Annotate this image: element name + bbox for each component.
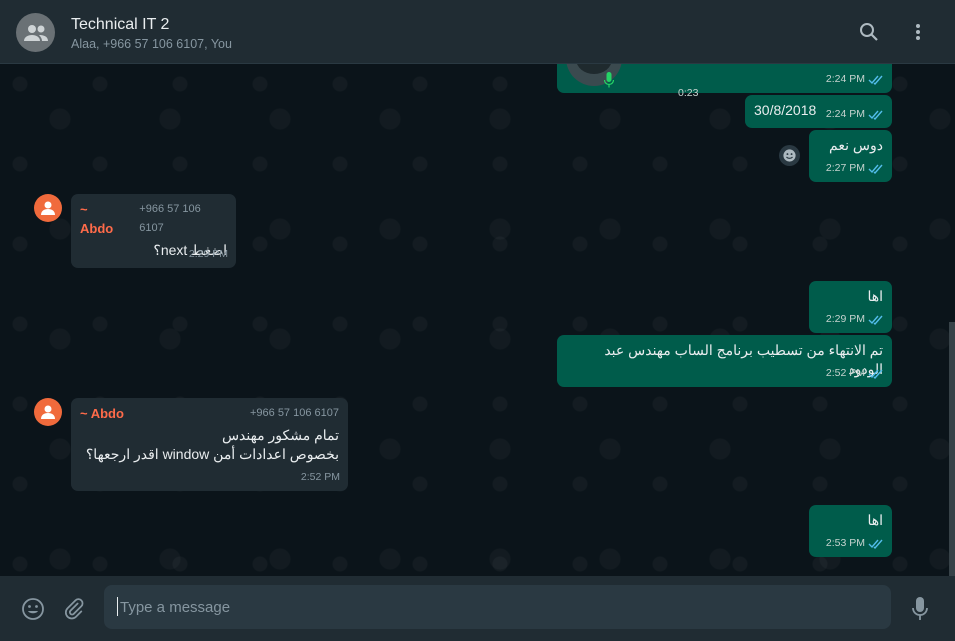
- voice-duration: 0:23: [678, 87, 699, 99]
- menu-dots-icon: [916, 24, 920, 40]
- sender-name[interactable]: ~ Abdo: [80, 200, 123, 238]
- sender-name[interactable]: ~ Abdo: [80, 404, 124, 423]
- sender-phone: +966 57 106 6107: [139, 203, 201, 234]
- user-icon: [41, 201, 55, 215]
- chat-participants[interactable]: Alaa, +966 57 106 6107, You: [71, 37, 232, 51]
- group-icon: [23, 24, 48, 41]
- chat-header[interactable]: Technical IT 2 Alaa, +966 57 106 6107, Y…: [0, 0, 955, 64]
- read-ticks-icon: [868, 369, 883, 379]
- attach-button[interactable]: [61, 596, 87, 622]
- group-avatar[interactable]: [16, 13, 55, 52]
- user-icon: [41, 405, 55, 419]
- text-cursor: [117, 597, 118, 616]
- read-ticks-icon: [868, 75, 883, 85]
- message-meta: 2:24 PM: [826, 70, 884, 89]
- voice-record-button[interactable]: [907, 596, 933, 622]
- message-text: اها: [867, 512, 883, 528]
- message-bubble[interactable]: تم الانتهاء من تسطيب برنامج الساب مهندس …: [557, 335, 892, 387]
- emoji-icon: [783, 149, 796, 162]
- message-meta: 2:27 PM: [826, 159, 884, 178]
- message-meta: 2:29 PM: [826, 310, 884, 329]
- message-bubble[interactable]: اها 2:29 PM: [809, 281, 892, 333]
- sender-avatar[interactable]: [34, 398, 62, 426]
- chat-title[interactable]: Technical IT 2: [71, 16, 169, 34]
- message-text-line: بخصوص اعدادات أمن window اقدر ارجعها؟: [85, 446, 339, 462]
- message-meta: 2:52 PM: [301, 468, 340, 487]
- sender-avatar[interactable]: [34, 194, 62, 222]
- message-text-line: تمام مشكور مهندس: [221, 427, 339, 443]
- composer-bar: [0, 576, 955, 641]
- message-meta: 2:52 PM: [826, 364, 884, 383]
- paperclip-icon: [65, 598, 84, 620]
- microphone-icon: [604, 72, 614, 88]
- message-bubble[interactable]: ~ Abdo +966 57 106 6107 اضغط next؟ 2:29 …: [71, 194, 236, 268]
- message-bubble[interactable]: ~ Abdo +966 57 106 6107 تمام مشكور مهندس…: [71, 398, 348, 491]
- message-time: 2:52 PM: [825, 367, 865, 379]
- search-icon: [860, 23, 878, 41]
- voice-message-bubble[interactable]: 0:23 2:24 PM: [557, 64, 892, 99]
- emoji-icon: [22, 598, 44, 620]
- message-time: 2:24 PM: [825, 73, 865, 85]
- message-meta: 2:29 PM: [189, 245, 228, 264]
- read-ticks-icon: [868, 539, 883, 549]
- message-bubble[interactable]: اها 2:53 PM: [809, 505, 892, 557]
- read-ticks-icon: [868, 315, 883, 325]
- message-bubble[interactable]: 30/8/2018 2:24 PM: [745, 95, 892, 128]
- message-time: 2:24 PM: [825, 108, 865, 120]
- sender-phone: +966 57 106 6107: [249, 407, 339, 419]
- react-emoji-button[interactable]: [779, 145, 800, 166]
- emoji-button[interactable]: [20, 596, 46, 622]
- message-time: 2:27 PM: [825, 162, 865, 174]
- message-list[interactable]: 0:23 2:24 PM 30/8/2018 2:24 PM دوس نعم 2…: [0, 64, 955, 576]
- message-time: 2:29 PM: [825, 313, 865, 325]
- message-input[interactable]: [104, 585, 891, 629]
- message-time: 2:29 PM: [188, 248, 228, 260]
- sender-row: ~ Abdo +966 57 106 6107: [80, 200, 227, 238]
- message-text: دوس نعم: [829, 137, 883, 153]
- menu-button[interactable]: [906, 20, 930, 44]
- read-ticks-icon: [868, 110, 883, 120]
- message-meta: 2:53 PM: [826, 534, 884, 553]
- message-time: 2:52 PM: [300, 471, 340, 483]
- message-time: 2:53 PM: [825, 537, 865, 549]
- message-meta: 2:24 PM: [826, 105, 884, 124]
- microphone-icon: [912, 597, 928, 620]
- search-button[interactable]: [857, 20, 881, 44]
- read-ticks-icon: [868, 164, 883, 174]
- message-bubble[interactable]: دوس نعم 2:27 PM: [809, 130, 892, 182]
- sender-row: ~ Abdo +966 57 106 6107: [80, 404, 339, 423]
- scrollbar[interactable]: [949, 322, 955, 576]
- message-text: اها: [867, 288, 883, 304]
